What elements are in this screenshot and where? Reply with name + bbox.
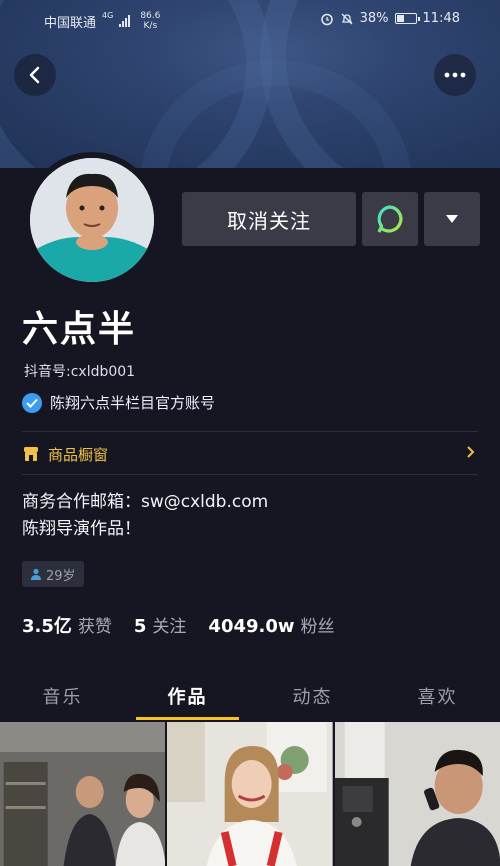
chevron-right-icon: [467, 446, 475, 458]
content-tabs: 音乐 作品 动态 喜欢: [0, 672, 500, 720]
signal-icon: [119, 15, 131, 27]
verification-row: 陈翔六点半栏目官方账号: [22, 392, 215, 413]
bio-line: 商务合作邮箱：sw@cxldb.com: [22, 492, 269, 512]
chat-bubble-icon: [377, 205, 403, 233]
profile-actions: 取消关注: [182, 192, 480, 246]
mute-bell-icon: [341, 13, 353, 24]
battery-icon: [394, 13, 420, 24]
more-dots-icon: [444, 72, 466, 78]
verified-check-icon: [22, 392, 42, 413]
likes-count: 3.5亿: [22, 616, 72, 637]
tab-activity[interactable]: 动态: [250, 672, 375, 720]
divider: [22, 474, 478, 475]
tab-music[interactable]: 音乐: [0, 672, 125, 720]
video-thumbnail[interactable]: [167, 722, 333, 866]
video-thumbnail[interactable]: [0, 722, 166, 866]
shop-window-link[interactable]: 商品橱窗: [22, 442, 478, 466]
unfollow-button[interactable]: 取消关注: [182, 192, 356, 246]
followers-stat[interactable]: 4049.0w 粉丝: [208, 612, 334, 637]
avatar-frame: [24, 152, 160, 288]
network-type: 4G: [102, 11, 114, 20]
carrier-name: 中国联通: [44, 15, 97, 31]
followers-label: 粉丝: [300, 617, 335, 637]
age-tag: 29岁: [22, 561, 84, 587]
video-grid: [0, 722, 500, 866]
battery-percent: 38%: [359, 11, 389, 26]
profile-name: 六点半: [22, 309, 137, 350]
following-label: 关注: [152, 617, 187, 637]
more-options-button[interactable]: [434, 54, 476, 96]
followers-count: 4049.0w: [208, 616, 295, 637]
douyin-id: 抖音号:cxldb001: [24, 364, 136, 380]
profile-stats: 3.5亿 获赞 5 关注 4049.0w 粉丝: [22, 612, 335, 638]
following-stat[interactable]: 5 关注: [134, 612, 187, 637]
shop-icon: [24, 447, 38, 461]
network-speed: 86.6 K/s: [140, 11, 161, 31]
age-text: 29岁: [46, 568, 76, 584]
likes-label: 获赞: [77, 617, 112, 637]
following-count: 5: [133, 616, 147, 637]
person-icon: [31, 568, 41, 580]
tab-works[interactable]: 作品: [125, 672, 250, 720]
back-button[interactable]: [14, 54, 56, 96]
status-bar: 中国联通 4G 86.6 K/s 38% 11:48: [0, 0, 500, 40]
dropdown-button[interactable]: [424, 192, 480, 246]
chevron-left-icon: [29, 66, 40, 84]
shop-window-label: 商品橱窗: [48, 445, 109, 464]
clock: 11:48: [422, 11, 460, 26]
profile-bio: 商务合作邮箱：sw@cxldb.com 陈翔导演作品！: [22, 489, 268, 543]
likes-stat: 3.5亿 获赞: [22, 612, 112, 638]
message-button[interactable]: [362, 192, 418, 246]
bio-line: 陈翔导演作品！: [22, 519, 141, 539]
divider: [22, 431, 478, 432]
avatar[interactable]: [30, 158, 154, 282]
triangle-down-icon: [446, 215, 458, 223]
verification-text: 陈翔六点半栏目官方账号: [50, 394, 216, 412]
video-thumbnail[interactable]: [334, 722, 500, 866]
alarm-icon: [320, 13, 333, 25]
tab-likes[interactable]: 喜欢: [375, 672, 500, 720]
